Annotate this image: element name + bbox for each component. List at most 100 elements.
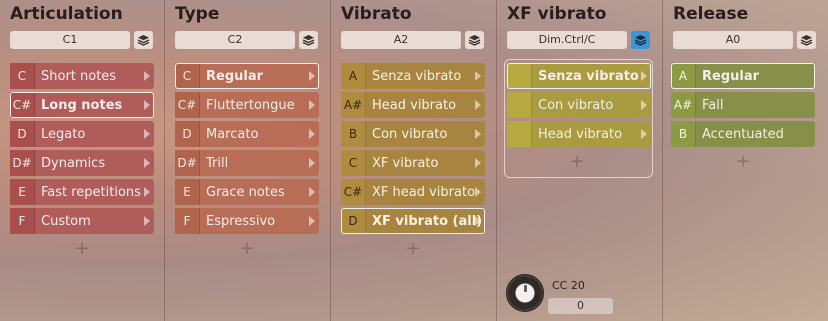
key-label: C# xyxy=(175,92,200,118)
item-label: Regular xyxy=(702,68,760,84)
release-list: A Regular A# Fall B Accentuated + xyxy=(671,63,815,174)
item-label: Custom xyxy=(41,213,91,229)
cc-knob[interactable] xyxy=(506,274,544,312)
item-label: Head vibrato xyxy=(372,97,457,113)
release-title: Release xyxy=(673,4,749,24)
list-item[interactable]: C# Long notes xyxy=(10,92,154,118)
list-item[interactable]: Con vibrato xyxy=(507,92,651,118)
arrow-right-icon xyxy=(475,71,481,81)
key-label: D xyxy=(175,121,200,147)
item-label: Trill xyxy=(206,155,229,171)
release-column: Release A0 A Regular A# Fall B Accentuated … xyxy=(663,0,828,321)
list-item[interactable]: A# Head vibrato xyxy=(341,92,485,118)
xf-vibrato-title: XF vibrato xyxy=(507,4,607,24)
add-articulation-button[interactable]: + xyxy=(10,237,154,261)
item-label: Accentuated xyxy=(702,126,784,142)
vibrato-title: Vibrato xyxy=(341,4,412,24)
cc-label: CC 20 xyxy=(552,279,585,292)
list-item[interactable]: F Espressivo xyxy=(175,208,319,234)
list-item[interactable]: B Accentuated xyxy=(671,121,815,147)
key-label: E xyxy=(175,179,200,205)
list-item[interactable]: C# Fluttertongue xyxy=(175,92,319,118)
vibrato-selector[interactable]: A2 xyxy=(341,31,461,49)
arrow-right-icon xyxy=(475,129,481,139)
key-label xyxy=(507,121,532,147)
key-label: A xyxy=(341,63,366,89)
add-xf-vibrato-button[interactable]: + xyxy=(507,150,647,174)
item-label: Fast repetitions xyxy=(41,184,141,200)
vibrato-list: A Senza vibrato A# Head vibrato B Con vibra… xyxy=(341,63,485,261)
item-label: XF head vibrato xyxy=(372,184,476,200)
item-label: Head vibrato xyxy=(538,126,623,142)
arrow-right-icon xyxy=(144,71,150,81)
item-label: XF vibrato (all) xyxy=(372,213,483,229)
item-label: Fall xyxy=(702,97,724,113)
list-item[interactable]: E Grace notes xyxy=(175,179,319,205)
key-label: F xyxy=(175,208,200,234)
arrow-right-icon xyxy=(475,187,481,197)
add-vibrato-button[interactable]: + xyxy=(341,237,485,261)
arrow-right-icon xyxy=(475,216,481,226)
item-label: Marcato xyxy=(206,126,259,142)
key-label: D# xyxy=(175,150,200,176)
list-item[interactable]: Head vibrato xyxy=(507,121,651,147)
key-label: C xyxy=(175,63,200,89)
arrow-right-icon xyxy=(475,158,481,168)
type-selector[interactable]: C2 xyxy=(175,31,295,49)
xf-vibrato-layers-button[interactable] xyxy=(631,31,650,49)
arrow-right-icon xyxy=(309,187,315,197)
list-item[interactable]: C# XF head vibrato xyxy=(341,179,485,205)
arrow-right-icon xyxy=(309,216,315,226)
vibrato-column: Vibrato A2 A Senza vibrato A# Head vibrato… xyxy=(331,0,496,321)
cc-value-field[interactable]: 0 xyxy=(548,298,613,314)
item-label: Con vibrato xyxy=(372,126,448,142)
key-label: D xyxy=(10,121,35,147)
list-item[interactable]: C XF vibrato xyxy=(341,150,485,176)
key-label: D# xyxy=(10,150,35,176)
list-item[interactable]: E Fast repetitions xyxy=(10,179,154,205)
item-label: Con vibrato xyxy=(538,97,614,113)
list-item[interactable]: C Short notes xyxy=(10,63,154,89)
list-item[interactable]: B Con vibrato xyxy=(341,121,485,147)
list-item[interactable]: D# Dynamics xyxy=(10,150,154,176)
articulation-layers-button[interactable] xyxy=(134,31,153,49)
arrow-right-icon xyxy=(475,100,481,110)
list-item[interactable]: D XF vibrato (all) xyxy=(341,208,485,234)
type-list: C Regular C# Fluttertongue D Marcato D# Tril… xyxy=(175,63,319,261)
type-layers-button[interactable] xyxy=(299,31,318,49)
list-item[interactable]: F Custom xyxy=(10,208,154,234)
add-type-button[interactable]: + xyxy=(175,237,319,261)
item-label: Grace notes xyxy=(206,184,285,200)
key-label: A# xyxy=(671,92,696,118)
arrow-right-icon xyxy=(144,216,150,226)
list-item[interactable]: A Senza vibrato xyxy=(341,63,485,89)
list-item[interactable]: A Regular xyxy=(671,63,815,89)
key-label xyxy=(507,92,532,118)
list-item[interactable]: D# Trill xyxy=(175,150,319,176)
arrow-right-icon xyxy=(144,158,150,168)
key-label: B xyxy=(671,121,696,147)
item-label: Senza vibrato xyxy=(372,68,462,84)
vibrato-layers-button[interactable] xyxy=(465,31,484,49)
item-label: Legato xyxy=(41,126,86,142)
add-release-button[interactable]: + xyxy=(671,150,815,174)
arrow-right-icon xyxy=(309,129,315,139)
list-item[interactable]: Senza vibrato xyxy=(507,63,651,89)
key-label xyxy=(507,63,532,89)
key-label: E xyxy=(10,179,35,205)
list-item[interactable]: A# Fall xyxy=(671,92,815,118)
xf-vibrato-selector[interactable]: Dim.Ctrl/C xyxy=(507,31,627,49)
arrow-right-icon xyxy=(144,100,150,110)
layers-icon xyxy=(800,35,813,46)
list-item[interactable]: D Legato xyxy=(10,121,154,147)
layers-icon xyxy=(137,35,150,46)
list-item[interactable]: C Regular xyxy=(175,63,319,89)
list-item[interactable]: D Marcato xyxy=(175,121,319,147)
articulation-selector[interactable]: C1 xyxy=(10,31,130,49)
release-selector[interactable]: A0 xyxy=(673,31,793,49)
arrow-right-icon xyxy=(641,100,647,110)
release-layers-button[interactable] xyxy=(797,31,816,49)
item-label: Espressivo xyxy=(206,213,276,229)
arrow-right-icon xyxy=(641,129,647,139)
articulation-list: C Short notes C# Long notes D Legato D# Dyna… xyxy=(10,63,154,261)
